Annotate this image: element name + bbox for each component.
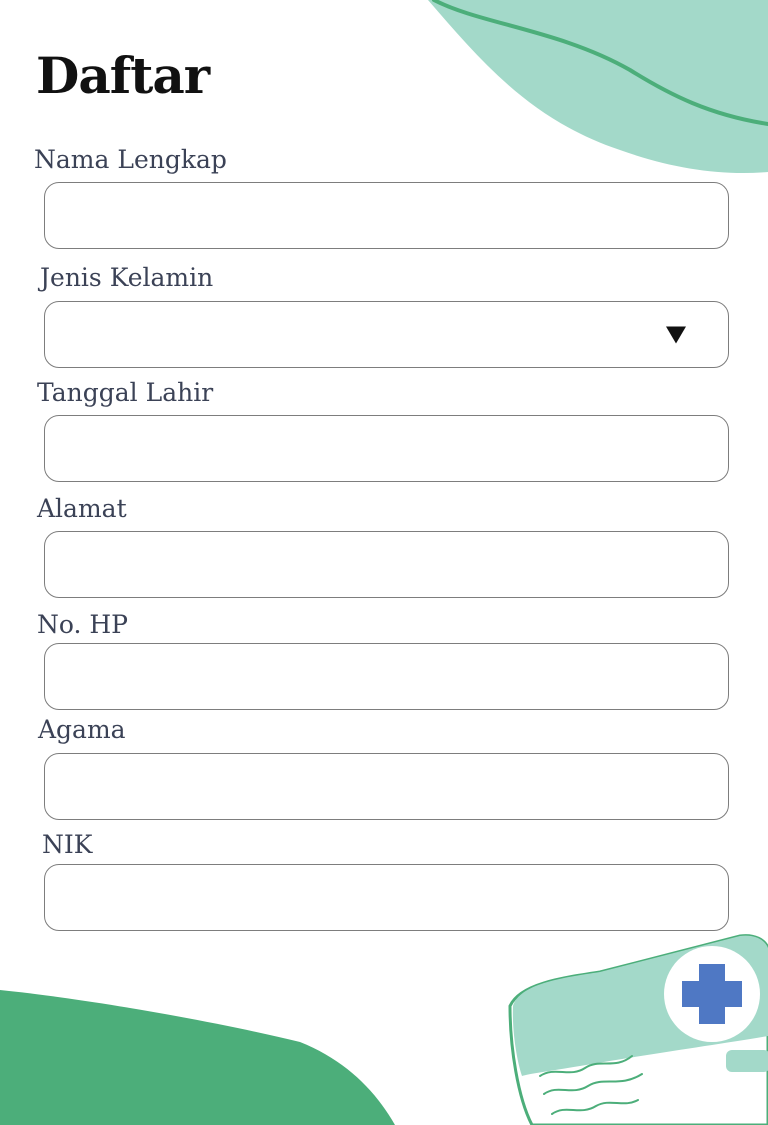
religion-input[interactable] bbox=[44, 753, 729, 820]
full-name-input[interactable] bbox=[44, 182, 729, 249]
bottom-left-blob-decoration bbox=[0, 990, 395, 1125]
caret-down-icon bbox=[666, 326, 686, 343]
full-name-label: Nama Lengkap bbox=[34, 145, 227, 174]
birth-date-input[interactable] bbox=[44, 415, 729, 482]
medical-cross-icon bbox=[664, 946, 760, 1042]
birth-date-label: Tanggal Lahir bbox=[37, 378, 214, 407]
address-input[interactable] bbox=[44, 531, 729, 598]
top-right-blob-decoration bbox=[428, 0, 768, 174]
nik-input[interactable] bbox=[44, 864, 729, 931]
religion-label: Agama bbox=[38, 715, 126, 744]
page-title: Daftar bbox=[36, 46, 210, 105]
phone-number-label: No. HP bbox=[37, 610, 129, 639]
phone-number-input[interactable] bbox=[44, 643, 729, 710]
health-card-icon bbox=[508, 934, 768, 1125]
registration-screen: Daftar Nama Lengkap Jenis Kelamin Tangga… bbox=[0, 0, 768, 1125]
address-label: Alamat bbox=[37, 494, 127, 523]
nik-label: NIK bbox=[42, 830, 93, 859]
gender-label: Jenis Kelamin bbox=[40, 263, 214, 292]
gender-select[interactable] bbox=[44, 301, 729, 368]
